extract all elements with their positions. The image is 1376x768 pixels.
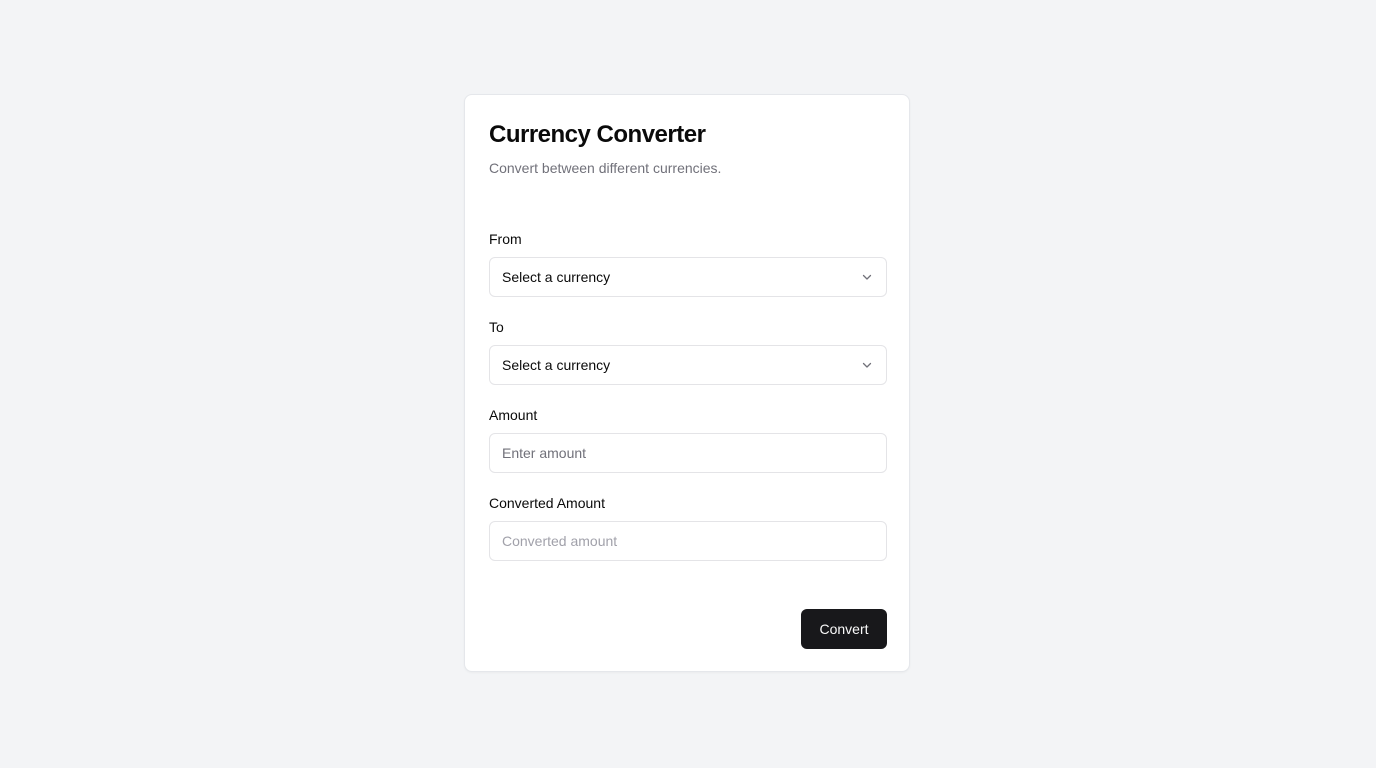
to-label: To xyxy=(489,319,504,335)
to-select-value: Select a currency xyxy=(502,357,611,373)
amount-label: Amount xyxy=(489,407,538,423)
converted-amount-field: Converted amount xyxy=(489,521,887,561)
from-label: From xyxy=(489,231,522,247)
card-title: Currency Converter xyxy=(489,121,706,148)
to-currency-select[interactable]: Select a currency xyxy=(489,345,887,385)
from-currency-select[interactable]: Select a currency xyxy=(489,257,887,297)
converted-amount-label: Converted Amount xyxy=(489,495,605,511)
amount-input[interactable]: Enter amount xyxy=(489,433,887,473)
chevron-down-icon xyxy=(862,274,872,280)
amount-placeholder: Enter amount xyxy=(502,445,587,461)
from-select-value: Select a currency xyxy=(502,269,611,285)
chevron-down-icon xyxy=(862,362,872,368)
converted-amount-placeholder: Converted amount xyxy=(502,533,618,549)
card-description: Convert between different currencies. xyxy=(489,160,722,176)
currency-converter-card: Currency Converter Convert between diffe… xyxy=(464,94,910,672)
convert-button[interactable]: Convert xyxy=(801,609,887,649)
